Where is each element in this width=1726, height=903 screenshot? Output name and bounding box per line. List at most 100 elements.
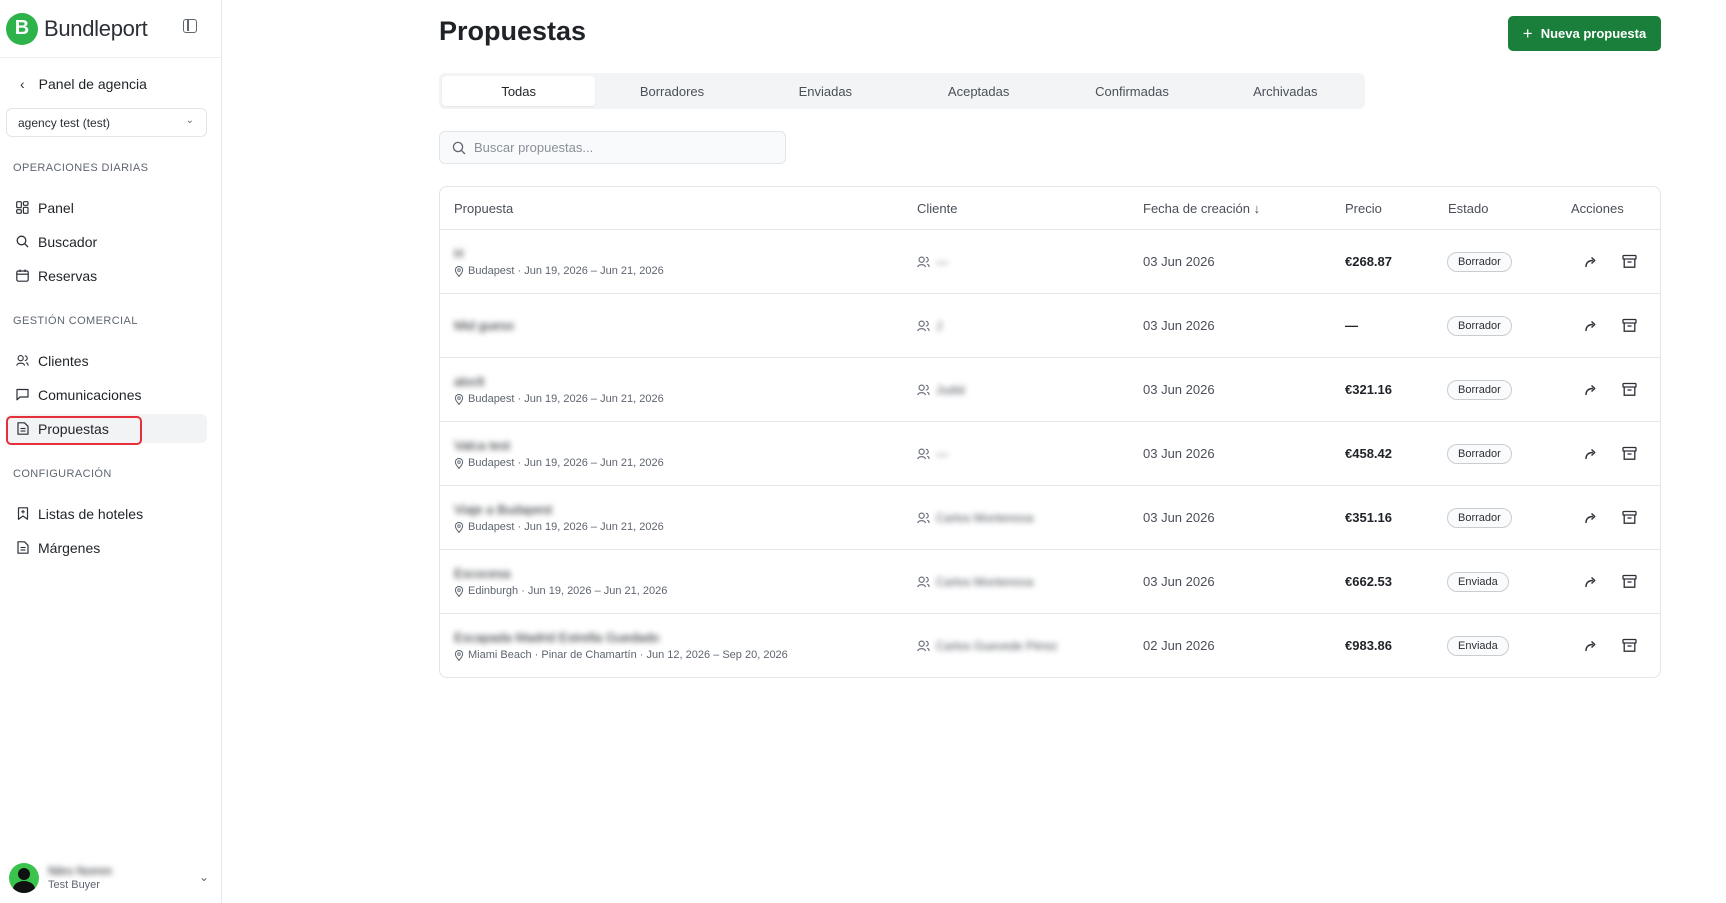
proposal-destination: Edinburgh · Jun 19, 2026 – Jun 21, 2026 [454,585,667,597]
status-badge: Enviada [1447,572,1509,592]
column-header-estado: Estado [1448,201,1489,216]
sidebar-item-label: Panel [38,199,74,216]
back-label: Panel de agencia [38,76,147,92]
status-badge: Borrador [1447,252,1512,272]
proposals-table: Propuesta Cliente Fecha de creación ↓ Pr… [439,186,1661,678]
column-header-precio: Precio [1345,201,1382,216]
client-name: Judid [936,383,965,397]
agency-select-value: agency test (test) [18,115,111,130]
back-to-agency-panel[interactable]: ‹ Panel de agencia [20,76,147,92]
search-icon [16,235,29,248]
share-arrow-icon[interactable] [1584,639,1598,653]
calendar-icon [16,269,29,282]
proposal-price: — [1345,318,1358,333]
sidebar-item-reservas[interactable]: Reservas [6,261,207,290]
dashboard-icon [16,201,29,214]
proposal-name[interactable]: Mid gueso [454,318,514,333]
sidebar-item-propuestas[interactable]: Propuestas [6,414,207,445]
agency-select[interactable]: agency test (test) ⌄ [6,108,207,137]
table-row[interactable]: Escocesa Edinburgh · Jun 19, 2026 – Jun … [440,550,1660,614]
share-arrow-icon[interactable] [1584,383,1598,397]
proposal-name[interactable]: Valca test [454,438,510,453]
sidebar-toggle-icon[interactable] [183,19,197,33]
search-input[interactable] [474,140,754,155]
client-cell: — [917,447,948,461]
proposal-name[interactable]: Viaje a Budapest [454,502,552,517]
search-icon [452,141,466,155]
new-proposal-button[interactable]: + Nueva propuesta [1508,16,1661,51]
archive-icon[interactable] [1622,318,1637,333]
proposal-price: €983.86 [1345,638,1392,653]
archive-icon[interactable] [1622,446,1637,461]
proposal-name[interactable]: Escocesa [454,566,510,581]
bookmark-icon [16,507,29,520]
sidebar-item-panel[interactable]: Panel [6,193,207,222]
proposal-price: €458.42 [1345,446,1392,461]
sidebar-item-margenes[interactable]: Márgenes [6,533,207,562]
user-name: Nitro Nomm [48,864,113,878]
tab-todas[interactable]: Todas [442,76,596,106]
sidebar: B Bundleport ‹ Panel de agencia agency t… [0,0,222,903]
client-name: Carlos Montenova [936,511,1034,525]
sidebar-item-clientes[interactable]: Clientes [6,346,207,375]
share-arrow-icon[interactable] [1584,255,1598,269]
sidebar-item-label: Listas de hoteles [38,505,144,522]
search-box [439,131,786,164]
status-badge: Borrador [1447,508,1512,528]
tab-aceptadas[interactable]: Aceptadas [902,76,1055,106]
proposal-destination: Miami Beach · Pinar de Chamartín · Jun 1… [454,649,788,661]
proposal-destination: Budapest · Jun 19, 2026 – Jun 21, 2026 [454,457,664,469]
table-row[interactable]: H Budapest · Jun 19, 2026 – Jun 21, 2026… [440,230,1660,294]
user-role: Test Buyer [48,879,100,891]
column-header-propuesta: Propuesta [454,201,514,216]
brand-row: B Bundleport [0,0,221,58]
proposal-destination: Budapest · Jun 19, 2026 – Jun 21, 2026 [454,521,664,533]
share-arrow-icon[interactable] [1584,575,1598,589]
share-arrow-icon[interactable] [1584,511,1598,525]
location-pin-icon [454,585,464,597]
user-menu[interactable]: Nitro Nomm Test Buyer ⌄ [9,862,209,894]
table-row[interactable]: Valca test Budapest · Jun 19, 2026 – Jun… [440,422,1660,486]
status-badge: Enviada [1447,636,1509,656]
share-arrow-icon[interactable] [1584,447,1598,461]
client-cell: Carlos Montenova [917,511,1033,525]
table-header: Propuesta Cliente Fecha de creación ↓ Pr… [440,187,1660,230]
users-icon [917,512,930,524]
proposal-price: €268.87 [1345,254,1392,269]
client-cell: J [917,319,942,333]
sidebar-item-comunicaciones[interactable]: Comunicaciones [6,380,207,409]
archive-icon[interactable] [1622,382,1637,397]
sidebar-item-buscador[interactable]: Buscador [6,227,207,256]
tab-confirmadas[interactable]: Confirmadas [1055,76,1208,106]
table-row[interactable]: Mid gueso J 03 Jun 2026 — Borrador [440,294,1660,358]
table-row[interactable]: Escapada Madrid Estrella Guedado Miami B… [440,614,1660,677]
proposal-name[interactable]: H [454,246,463,261]
creation-date: 03 Jun 2026 [1143,382,1215,397]
new-proposal-label: Nueva propuesta [1540,26,1647,41]
archive-icon[interactable] [1622,254,1637,269]
client-cell: — [917,255,948,269]
archive-icon[interactable] [1622,510,1637,525]
plus-icon: + [1522,23,1533,43]
proposal-name[interactable]: aloclt [454,374,484,389]
proposal-name[interactable]: Escapada Madrid Estrella Guedado [454,630,659,645]
client-name: — [936,447,948,461]
tab-enviadas[interactable]: Enviadas [749,76,902,106]
chevron-down-icon: ⌄ [185,115,194,126]
message-icon [16,388,29,401]
proposal-destination: Budapest · Jun 19, 2026 – Jun 21, 2026 [454,393,664,405]
archive-icon[interactable] [1622,638,1637,653]
sidebar-item-listas-hoteles[interactable]: Listas de hoteles [6,499,207,528]
column-header-fecha[interactable]: Fecha de creación ↓ [1143,201,1260,216]
tab-archivadas[interactable]: Archivadas [1209,76,1362,106]
share-arrow-icon[interactable] [1584,319,1598,333]
section-title-config: CONFIGURACIÓN [13,468,112,480]
table-row[interactable]: aloclt Budapest · Jun 19, 2026 – Jun 21,… [440,358,1660,422]
status-tabs: Todas Borradores Enviadas Aceptadas Conf… [439,73,1365,109]
archive-icon[interactable] [1622,574,1637,589]
document-icon [16,541,29,554]
proposal-destination: Budapest · Jun 19, 2026 – Jun 21, 2026 [454,265,664,277]
table-row[interactable]: Viaje a Budapest Budapest · Jun 19, 2026… [440,486,1660,550]
bundleport-logo-icon[interactable]: B [6,12,38,45]
tab-borradores[interactable]: Borradores [595,76,748,106]
